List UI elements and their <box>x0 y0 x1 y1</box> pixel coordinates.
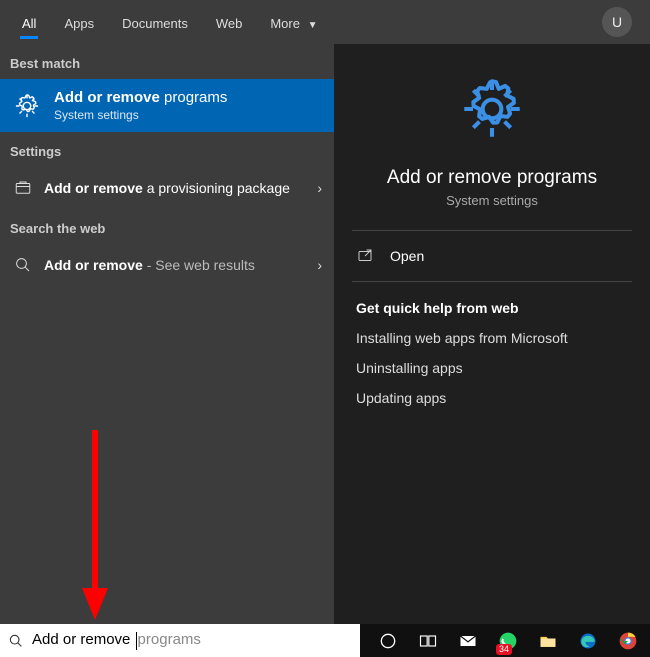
taskbar: Add or remove programs 34 <box>0 624 650 657</box>
user-avatar[interactable]: U <box>602 7 632 37</box>
notification-badge: 34 <box>496 644 512 655</box>
settings-item-provisioning[interactable]: Add or remove a provisioning package › <box>0 167 334 209</box>
search-typed-text: Add or remove <box>32 631 135 648</box>
package-icon <box>12 179 34 197</box>
settings-item-label: Add or remove a provisioning package <box>44 179 317 197</box>
tab-all[interactable]: All <box>8 6 50 39</box>
section-best-match: Best match <box>0 44 334 79</box>
chevron-right-icon: › <box>317 180 322 196</box>
search-ghost-text: programs <box>138 631 201 648</box>
tab-web[interactable]: Web <box>202 6 257 39</box>
whatsapp-icon[interactable]: 34 <box>490 624 526 657</box>
search-icon <box>8 633 24 649</box>
tab-apps[interactable]: Apps <box>50 6 108 39</box>
tab-more[interactable]: More ▼ <box>256 6 331 39</box>
mail-icon[interactable] <box>450 624 486 657</box>
tab-more-label: More <box>270 16 300 31</box>
section-settings: Settings <box>0 132 334 167</box>
open-action[interactable]: Open <box>334 231 650 281</box>
best-match-title: Add or remove programs <box>54 89 227 106</box>
quick-help-heading: Get quick help from web <box>356 300 628 316</box>
search-input[interactable]: Add or remove programs <box>0 624 360 657</box>
best-match-subtitle: System settings <box>54 108 227 122</box>
preview-panel: Add or remove programs System settings O… <box>334 44 650 624</box>
gear-icon <box>457 74 527 149</box>
open-label: Open <box>390 248 424 264</box>
chevron-down-icon: ▼ <box>308 20 318 31</box>
tab-documents[interactable]: Documents <box>108 6 202 39</box>
help-link-uninstall[interactable]: Uninstalling apps <box>356 360 628 376</box>
help-link-install[interactable]: Installing web apps from Microsoft <box>356 330 628 346</box>
gear-icon <box>12 91 42 121</box>
open-icon <box>356 247 374 265</box>
web-search-item[interactable]: Add or remove - See web results › <box>0 244 334 286</box>
chrome-icon[interactable] <box>610 624 646 657</box>
preview-subtitle: System settings <box>446 193 538 208</box>
task-view-icon[interactable] <box>410 624 446 657</box>
preview-title: Add or remove programs <box>387 167 597 189</box>
results-panel: Best match Add or remove programs System… <box>0 44 334 624</box>
section-search-web: Search the web <box>0 209 334 244</box>
help-link-update[interactable]: Updating apps <box>356 390 628 406</box>
search-icon <box>12 256 34 274</box>
edge-icon[interactable] <box>570 624 606 657</box>
search-filter-tabs: All Apps Documents Web More ▼ U <box>0 0 650 44</box>
cortana-icon[interactable] <box>370 624 406 657</box>
web-search-label: Add or remove - See web results <box>44 256 317 274</box>
file-explorer-icon[interactable] <box>530 624 566 657</box>
chevron-right-icon: › <box>317 257 322 273</box>
best-match-item[interactable]: Add or remove programs System settings <box>0 79 334 132</box>
